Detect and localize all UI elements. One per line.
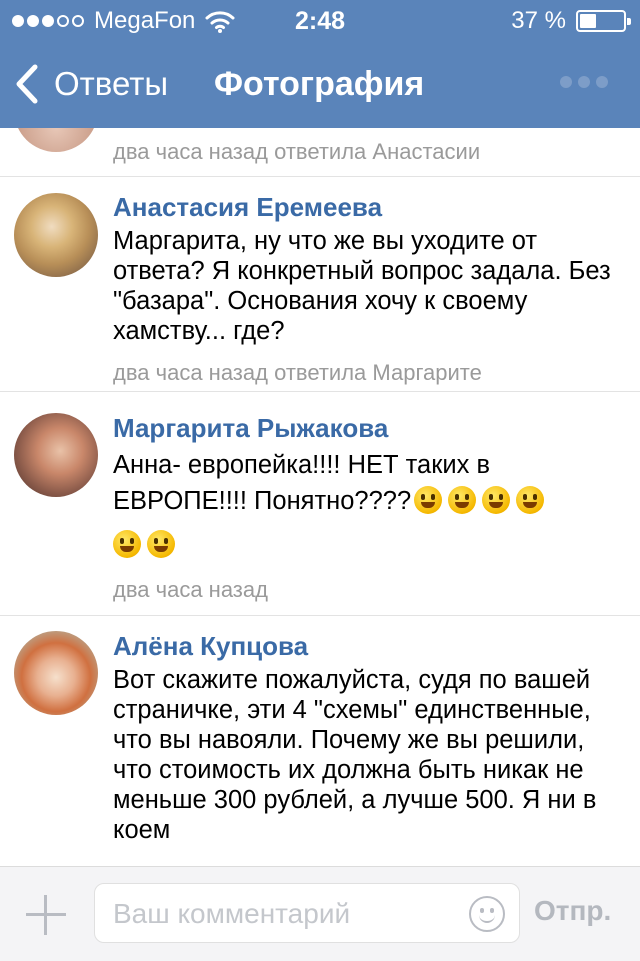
comment-text: Вот скажите пожалуйста, судя по вашей ст…: [113, 666, 597, 844]
more-dot: [560, 76, 572, 88]
avatar[interactable]: [14, 193, 98, 277]
divider: [0, 615, 640, 616]
grin-emoji-icon: [482, 486, 511, 514]
comment-text: Маргарита, ну что же вы уходите от ответ…: [113, 227, 611, 345]
avatar[interactable]: [14, 128, 98, 152]
comment-text-line: ЕВРОПЕ!!!! Понятно????: [113, 487, 412, 515]
laugh-emoji-icon: [147, 530, 175, 558]
status-right: 37 %: [511, 7, 631, 35]
nav-bar: Ответы Фотография: [0, 40, 640, 128]
comment-author[interactable]: Алёна Купцова: [113, 631, 308, 662]
laugh-emoji-icon: [516, 486, 545, 514]
battery-icon: [576, 10, 631, 32]
comment-meta: два часа назад ответила Маргарите: [113, 360, 482, 385]
status-bar: MegaFon 2:48 37 %: [0, 0, 640, 40]
divider: [0, 176, 640, 177]
comment-author[interactable]: Маргарита Рыжакова: [113, 413, 388, 444]
page-title: Фотография: [214, 65, 425, 103]
comment-text-line: Анна- европейка!!!! НЕТ таких в: [113, 451, 491, 479]
comment-text: Анна- европейка!!!! НЕТ таких в ЕВРОПЕ!!…: [113, 450, 613, 570]
more-dot: [578, 76, 590, 88]
grin-emoji-icon: [414, 486, 443, 514]
back-button[interactable]: Ответы: [14, 62, 168, 106]
battery-fill: [580, 14, 596, 28]
battery-nub: [627, 18, 631, 25]
comment-field[interactable]: [94, 883, 520, 943]
smiley-icon[interactable]: [469, 896, 505, 932]
comment-meta: два часа назад ответила Анастасии: [113, 139, 481, 164]
laugh-emoji-icon: [448, 486, 477, 514]
back-label: Ответы: [54, 65, 169, 102]
send-button[interactable]: Отпр.: [534, 895, 611, 927]
more-dot: [596, 76, 608, 88]
comments-list[interactable]: два часа назад ответила Анастасии Анаста…: [0, 128, 640, 866]
battery-percent: 37 %: [511, 7, 566, 34]
avatar[interactable]: [14, 413, 98, 497]
grin-emoji-icon: [113, 530, 141, 558]
comment-author[interactable]: Анастасия Еремеева: [113, 192, 382, 223]
divider: [0, 391, 640, 392]
avatar[interactable]: [14, 631, 98, 715]
more-button[interactable]: [560, 76, 608, 88]
plus-icon[interactable]: [26, 895, 66, 935]
chevron-left-icon: [16, 64, 38, 104]
comment-meta: два часа назад: [113, 577, 268, 602]
comment-input-bar: Отпр.: [0, 866, 640, 961]
comment-input[interactable]: [111, 894, 455, 934]
